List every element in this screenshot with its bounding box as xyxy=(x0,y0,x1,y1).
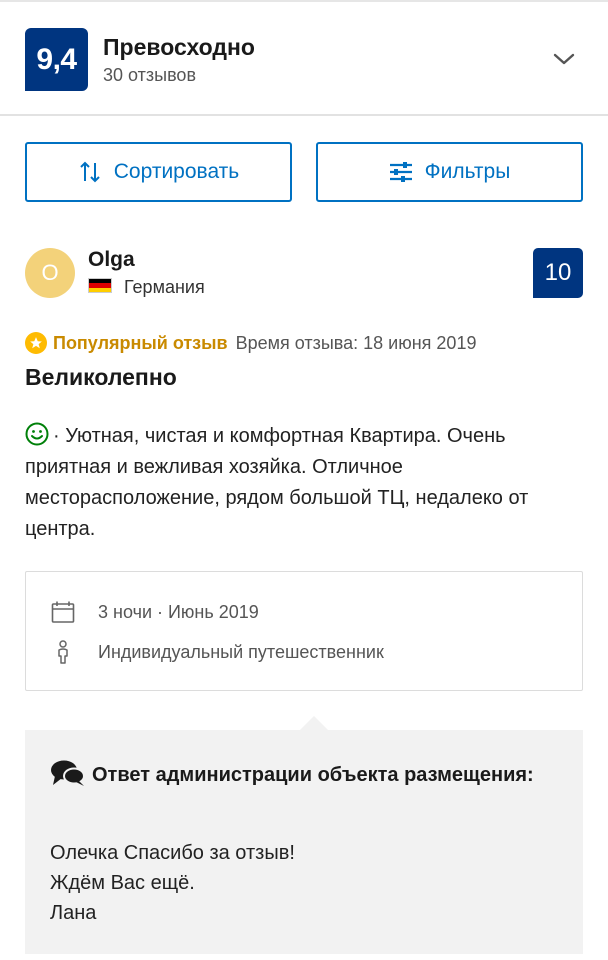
reviewer-name: Olga xyxy=(88,248,135,271)
review-meta: Популярный отзыв Время отзыва: 18 июня 2… xyxy=(25,332,476,354)
star-icon xyxy=(25,332,47,354)
rating-word: Превосходно xyxy=(103,34,255,60)
calendar-icon xyxy=(50,600,76,624)
sort-button[interactable]: Сортировать xyxy=(25,142,292,202)
sort-button-label: Сортировать xyxy=(113,160,240,183)
filter-button[interactable]: Фильтры xyxy=(316,142,583,202)
stay-details: 3 ночи · Июнь 2019 Индивидуальный путеше… xyxy=(25,571,583,691)
overall-score-badge: 9,4 xyxy=(25,28,88,91)
response-title-text: Ответ администрации объекта размещения: xyxy=(92,764,534,786)
property-response: Ответ администрации объекта размещения: … xyxy=(25,730,583,954)
filter-button-label: Фильтры xyxy=(424,160,511,183)
avatar: O xyxy=(25,248,75,298)
chevron-down-icon[interactable] xyxy=(552,51,576,67)
stay-duration-row: 3 ночи · Июнь 2019 xyxy=(50,600,259,624)
traveler-type: Индивидуальный путешественник xyxy=(98,641,384,662)
chat-bubbles-icon xyxy=(51,760,85,786)
response-text: Олечка Спасибо за отзыв! Ждём Вас ещё. Л… xyxy=(50,842,295,924)
stay-duration: 3 ночи · Июнь 2019 xyxy=(98,601,259,622)
review-count: 30 отзывов xyxy=(103,65,197,85)
smile-icon xyxy=(25,422,49,446)
response-title: Ответ администрации объекта размещения: xyxy=(50,758,550,793)
review-score-badge: 10 xyxy=(533,248,583,298)
germany-flag-icon xyxy=(88,278,112,293)
review-body-text: · Уютная, чистая и комфортная Квартира. … xyxy=(25,425,529,540)
review-body: · Уютная, чистая и комфортная Квартира. … xyxy=(25,421,585,545)
popular-review-label: Популярный отзыв xyxy=(53,332,228,353)
review-title: Великолепно xyxy=(25,364,177,390)
review-time: Время отзыва: 18 июня 2019 xyxy=(235,332,477,353)
rating-summary-header[interactable]: 9,4 Превосходно 30 отзывов xyxy=(0,2,608,116)
response-pointer xyxy=(300,716,328,730)
filter-icon xyxy=(389,162,412,182)
sort-icon xyxy=(80,161,100,183)
person-icon xyxy=(50,640,76,664)
traveler-type-row: Индивидуальный путешественник xyxy=(50,640,384,664)
reviewer-country: Германия xyxy=(124,277,205,297)
